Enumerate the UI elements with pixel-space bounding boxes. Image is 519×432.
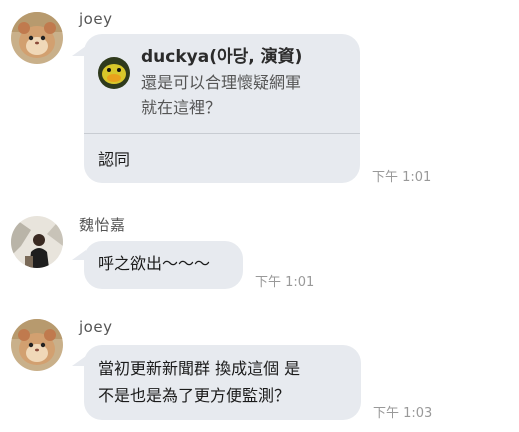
sender-avatar[interactable] — [11, 12, 63, 64]
person-icon — [11, 216, 63, 268]
message-bubble[interactable]: duckya(아당, 演資) 還是可以合理懷疑網軍 就在這裡？ 認同 — [84, 34, 360, 183]
reply-divider — [84, 133, 360, 134]
timestamp: 下午 1:03 — [373, 406, 433, 421]
hamster-icon — [11, 319, 63, 371]
message-bubble[interactable]: 當初更新新聞群 換成這個 是 不是也是為了更方便監測？ — [84, 345, 361, 420]
timestamp: 下午 1:01 — [372, 170, 432, 185]
message-line: 當初更新新聞群 換成這個 是 — [98, 359, 301, 378]
sender-avatar[interactable] — [11, 216, 63, 268]
timestamp: 下午 1:01 — [255, 275, 315, 290]
reply-avatar — [98, 57, 130, 89]
sender-name: joey — [79, 10, 113, 28]
sender-name: joey — [79, 318, 113, 336]
reply-sender-name: duckya(아당, 演資) — [141, 47, 303, 67]
message-line: 呼之欲出〜〜〜 — [98, 254, 211, 273]
sender-avatar[interactable] — [11, 319, 63, 371]
sender-name: 魏怡嘉 — [79, 216, 126, 234]
duck-icon — [98, 57, 130, 89]
reply-text: 還是可以合理懷疑網軍 就在這裡？ — [141, 70, 301, 120]
message-line: 認同 — [98, 150, 131, 169]
message-text: 呼之欲出〜〜〜 — [98, 250, 210, 277]
hamster-icon — [11, 12, 63, 64]
reply-line: 還是可以合理懷疑網軍 — [141, 73, 302, 92]
message-text: 當初更新新聞群 換成這個 是 不是也是為了更方便監測？ — [98, 355, 300, 409]
message-text: 認同 — [98, 146, 130, 173]
reply-line: 就在這裡？ — [141, 98, 222, 117]
message-bubble[interactable]: 呼之欲出〜〜〜 — [84, 241, 243, 289]
message-line: 不是也是為了更方便監測？ — [98, 386, 291, 405]
